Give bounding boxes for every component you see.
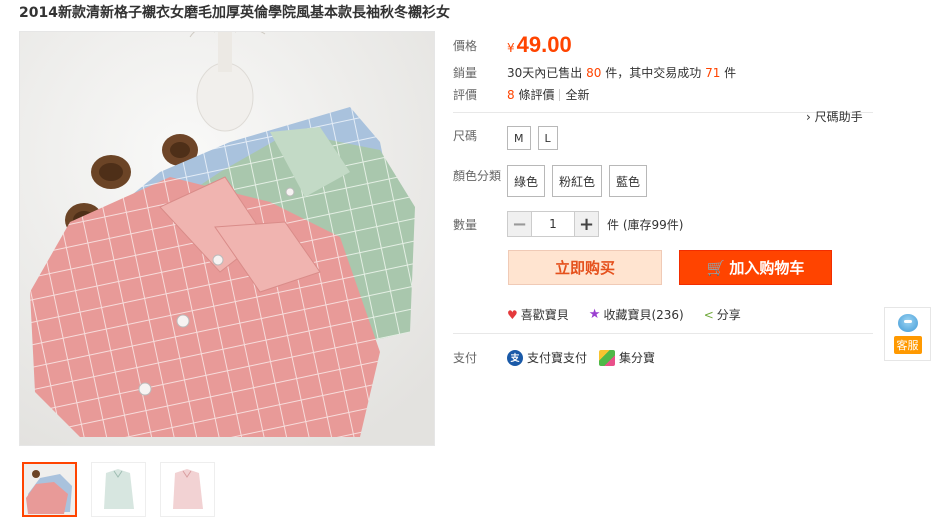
- thumbnail-pink-shirt[interactable]: [160, 462, 215, 517]
- add-to-cart-label: 加入购物车: [729, 259, 805, 277]
- quantity-input[interactable]: [532, 212, 574, 236]
- thumbnail-list: [22, 462, 215, 517]
- add-to-cart-button[interactable]: 🛒 加入购物车: [679, 250, 832, 285]
- currency-symbol: ¥: [507, 41, 515, 55]
- color-option-pink[interactable]: 粉紅色: [552, 165, 603, 197]
- star-icon: ★: [588, 307, 601, 322]
- divider: [453, 333, 873, 334]
- evaluation-count-text[interactable]: 條評價: [518, 86, 554, 103]
- payment-label: 支付: [453, 351, 478, 365]
- thumbnail-pink-shirts[interactable]: [22, 462, 77, 517]
- sales-prefix: 30天內已售出: [507, 66, 583, 80]
- quantity-decrease-button[interactable]: −: [508, 212, 532, 236]
- sales-middle: 件，其中交易成功: [605, 66, 702, 80]
- price-row: 價格 ¥ 49.00: [453, 32, 572, 58]
- buy-now-button[interactable]: 立即购买: [508, 250, 662, 285]
- alipay-icon: 支: [507, 349, 523, 366]
- alipay-option[interactable]: 支 支付寶支付: [507, 349, 587, 366]
- thumbnail-image: [92, 463, 145, 516]
- evaluation-row: 評價 8 條評價 全新: [453, 86, 590, 103]
- thumbnail-green-shirt[interactable]: [91, 462, 146, 517]
- sales-label: 銷量: [453, 66, 478, 80]
- plaid-shirts-photo: [20, 32, 434, 445]
- color-option-blue[interactable]: 藍色: [609, 165, 648, 197]
- condition-tag: 全新: [565, 88, 590, 102]
- jifen-label: 集分寶: [619, 351, 656, 365]
- evaluation-count[interactable]: 8: [507, 88, 515, 102]
- price-label: 價格: [453, 38, 478, 53]
- size-option-l[interactable]: L: [537, 126, 558, 150]
- color-label: 顏色分類: [453, 169, 502, 183]
- customer-service-button[interactable]: 客服: [884, 307, 931, 361]
- quantity-stepper: − +: [507, 211, 599, 237]
- quantity-increase-button[interactable]: +: [574, 212, 598, 236]
- like-button[interactable]: ♥ 喜歡寶貝: [507, 306, 569, 323]
- size-label: 尺碼: [453, 129, 478, 143]
- like-label: 喜歡寶貝: [520, 308, 569, 322]
- service-avatar-icon: [897, 314, 918, 332]
- quantity-label: 數量: [453, 217, 478, 232]
- payment-row: 支付 支 支付寶支付 集分寶: [453, 349, 667, 366]
- main-product-image[interactable]: [19, 31, 435, 446]
- divider: [559, 88, 561, 101]
- thumbnail-image: [161, 463, 214, 516]
- quantity-row: 數量 − + 件 (庫存99件): [453, 211, 683, 237]
- color-option-green[interactable]: 綠色: [507, 165, 546, 197]
- sales-row: 銷量 30天內已售出 80 件，其中交易成功 71 件: [453, 64, 736, 81]
- cart-icon: 🛒: [706, 258, 726, 277]
- jifen-option[interactable]: 集分寶: [599, 349, 655, 366]
- sales-success-count: 71: [705, 65, 721, 80]
- sales-sold-count: 80: [586, 65, 602, 80]
- jifen-icon: [599, 349, 616, 366]
- thumbnail-image: [24, 464, 75, 515]
- stock-info: 件 (庫存99件): [607, 217, 684, 232]
- size-option-m[interactable]: M: [507, 126, 531, 150]
- share-icon: <: [703, 307, 714, 322]
- alipay-label: 支付寶支付: [527, 351, 588, 365]
- color-row: 顏色分類 綠色 粉紅色 藍色: [453, 165, 654, 197]
- collect-button[interactable]: ★ 收藏寶貝(236): [589, 306, 684, 323]
- service-label: 客服: [893, 336, 922, 354]
- collect-label: 收藏寶貝(236): [603, 308, 684, 322]
- share-button[interactable]: < 分享: [704, 306, 741, 323]
- evaluation-label: 評價: [453, 88, 478, 102]
- size-help-link[interactable]: › 尺碼助手: [806, 108, 863, 125]
- share-label: 分享: [716, 308, 741, 322]
- social-actions: ♥ 喜歡寶貝 ★ 收藏寶貝(236) < 分享: [507, 306, 741, 323]
- sales-suffix: 件: [724, 66, 737, 80]
- heart-icon: ♥: [507, 307, 518, 322]
- product-title: 2014新款清新格子襯衣女磨毛加厚英倫學院風基本款長袖秋冬襯衫女: [19, 5, 450, 21]
- size-row: 尺碼 M L: [453, 126, 565, 150]
- price-value: 49.00: [516, 32, 572, 57]
